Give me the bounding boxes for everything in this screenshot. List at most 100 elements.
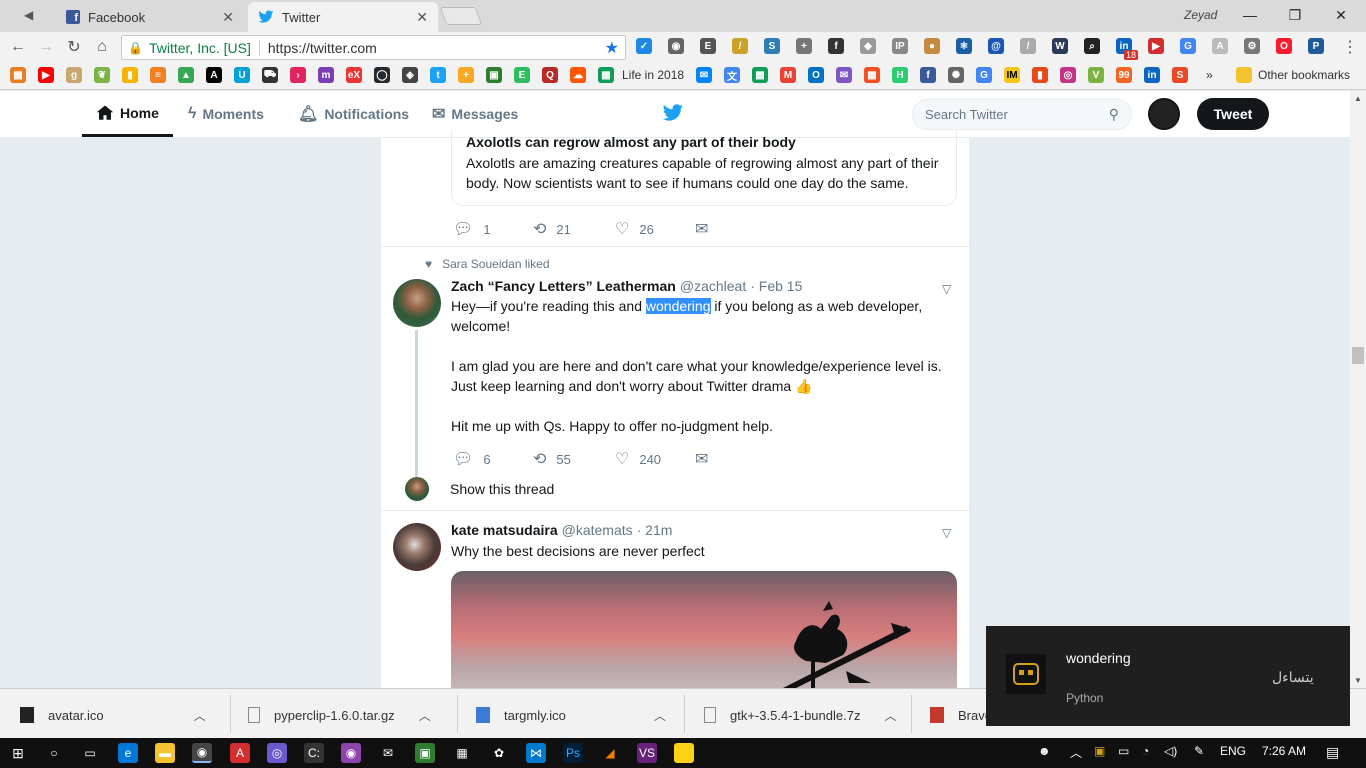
twitter-logo-icon[interactable] <box>662 104 684 122</box>
extension-font-icon[interactable]: f <box>828 38 844 54</box>
tray-chevron-up-icon[interactable]: ︿ <box>1070 744 1082 761</box>
restore-button[interactable]: ❐ <box>1272 0 1318 30</box>
author-handle[interactable]: @zachleat <box>680 278 746 294</box>
chrome-icon[interactable]: ◉ <box>192 743 212 763</box>
home-icon[interactable]: ⌂ <box>92 37 112 57</box>
profile-name[interactable]: Zeyad <box>1184 8 1217 22</box>
scroll-up-arrow-icon[interactable]: ▲ <box>1354 94 1362 103</box>
reply-button[interactable]: 💬︎ 6 <box>453 449 533 469</box>
soundcloud-icon[interactable]: ☁ <box>570 67 586 83</box>
extension-pdf-icon[interactable]: A <box>1212 38 1228 54</box>
vscode-icon[interactable]: ⋈ <box>526 743 546 763</box>
new-tab-button[interactable] <box>439 7 483 25</box>
bookmark-wheel-icon[interactable]: ✺ <box>948 67 964 83</box>
extension-check-icon[interactable]: ✓ <box>636 38 652 54</box>
page-scrollbar[interactable] <box>1350 91 1366 688</box>
twitter-bookmark-icon[interactable]: t <box>430 67 446 83</box>
microsoft-icon[interactable]: ▦ <box>864 67 880 83</box>
tab-facebook[interactable]: f Facebook ✕ <box>56 2 244 32</box>
tab-twitter[interactable]: Twitter ✕ <box>248 2 438 32</box>
avatar[interactable] <box>393 279 441 327</box>
app-orange-icon[interactable]: ◢ <box>600 743 620 763</box>
close-tab-icon[interactable]: ✕ <box>222 9 234 26</box>
bookmark-life-in-2018[interactable]: Life in 2018 <box>622 68 684 82</box>
acrobat-icon[interactable]: A <box>230 743 250 763</box>
imdb-icon[interactable]: IM <box>1004 67 1020 83</box>
scroll-down-arrow-icon[interactable]: ▼ <box>1354 676 1362 685</box>
extension-search-icon[interactable]: ⌕ <box>1084 38 1100 54</box>
bookmark-leaf-icon[interactable]: ❦ <box>94 67 110 83</box>
reload-icon[interactable]: ↻ <box>64 37 84 57</box>
facebook-bookmark-icon[interactable]: f <box>920 67 936 83</box>
goodreads-icon[interactable]: g <box>66 67 82 83</box>
sheets-icon[interactable]: ▦ <box>598 67 614 83</box>
extension-gear-icon[interactable]: ⚙ <box>1244 38 1260 54</box>
bookmark-star-icon[interactable]: ★ <box>605 38 619 58</box>
forward-arrow-icon[interactable]: → <box>36 37 56 57</box>
minimize-button[interactable]: — <box>1227 0 1273 30</box>
windows-start-icon[interactable]: ⊞ <box>8 743 28 763</box>
gmail-icon[interactable]: M <box>780 67 796 83</box>
tweet-time[interactable]: · Feb 15 <box>750 278 802 294</box>
user-avatar[interactable] <box>1148 98 1180 130</box>
youtube-icon[interactable]: ▶ <box>38 67 54 83</box>
download-item[interactable]: targmly.ico ︿ <box>476 700 666 730</box>
nav-notifications[interactable]: 🔔︎ Notifications <box>298 91 409 137</box>
download-item[interactable]: pyperclip-1.6.0.tar.gz ︿ <box>248 700 431 730</box>
tweet-time[interactable]: · 21m <box>637 522 673 538</box>
dm-button[interactable]: ✉ <box>695 449 775 469</box>
extension-play-icon[interactable]: ▶ <box>1148 38 1164 54</box>
action-center-icon[interactable]: ▤ <box>1326 744 1339 761</box>
mail-icon[interactable]: ✉ <box>836 67 852 83</box>
download-item[interactable]: Brave <box>930 700 992 730</box>
clock[interactable]: 7:26 AM <box>1262 744 1306 758</box>
translate-bookmark-icon[interactable]: 文 <box>724 67 740 83</box>
evernote-icon[interactable]: E <box>514 67 530 83</box>
tray-python-icon[interactable]: ▣ <box>1094 744 1105 758</box>
app-green-icon[interactable]: ▣ <box>415 743 435 763</box>
extension-elephant-icon[interactable]: E <box>700 38 716 54</box>
instagram-icon[interactable]: ◎ <box>1060 67 1076 83</box>
stackoverflow-icon[interactable]: ≡ <box>150 67 166 83</box>
chevron-down-icon[interactable]: ▽ <box>942 526 951 540</box>
retweet-button[interactable]: ⟲ 55 <box>533 449 615 469</box>
chevron-up-icon[interactable]: ︿ <box>654 707 666 724</box>
github-icon[interactable]: ◯ <box>374 67 390 83</box>
extension-cookie-icon[interactable]: ● <box>924 38 940 54</box>
download-item[interactable]: gtk+-3.5.4-1-bundle.7z ︿ <box>704 700 896 730</box>
avatar-small[interactable] <box>405 477 429 501</box>
app-purple-icon[interactable]: ◉ <box>341 743 361 763</box>
extension-translate-icon[interactable]: G <box>1180 38 1196 54</box>
visual-studio-icon[interactable]: VS <box>637 743 657 763</box>
like-button[interactable]: ♡ 26 <box>615 219 695 239</box>
google-drive-icon[interactable]: ▲ <box>178 67 194 83</box>
stumbleupon-icon[interactable]: S <box>1172 67 1188 83</box>
scrollbar-thumb[interactable] <box>1352 347 1364 364</box>
extension-shield-icon[interactable]: ◆ <box>860 38 876 54</box>
bookmarks-overflow-chevron[interactable]: » <box>1206 68 1213 82</box>
wifi-icon[interactable]: ◔ <box>1142 744 1149 758</box>
edx-icon[interactable]: eX <box>346 67 362 83</box>
link-card[interactable]: Axolotls can regrow almost any part of t… <box>451 130 957 206</box>
chevron-up-icon[interactable]: ︿ <box>884 707 896 724</box>
bookmark-orange-icon[interactable]: ▮ <box>1032 67 1048 83</box>
terminal-icon[interactable]: C: <box>304 743 324 763</box>
app-image-icon[interactable]: ✿ <box>489 743 509 763</box>
messenger-icon[interactable]: ✉ <box>696 67 712 83</box>
extension-at-icon[interactable]: @ <box>988 38 1004 54</box>
opera-icon[interactable]: O <box>1276 38 1292 54</box>
file-explorer-icon[interactable]: ▬ <box>155 743 175 763</box>
retweet-button[interactable]: ⟲ 21 <box>533 219 615 239</box>
site-identity[interactable]: Twitter, Inc. [US] <box>149 40 251 56</box>
task-view-icon[interactable]: ▭ <box>80 743 100 763</box>
search-input[interactable]: Search Twitter ⚲ <box>912 99 1132 130</box>
language-indicator[interactable]: ENG <box>1220 744 1246 758</box>
app-icon[interactable]: ◎ <box>267 743 287 763</box>
bookmark-car-icon[interactable]: ⛟ <box>262 67 278 83</box>
bookmark-m-icon[interactable]: m <box>318 67 334 83</box>
extension-eye-icon[interactable]: ◉ <box>668 38 684 54</box>
outlook-icon[interactable]: O <box>808 67 824 83</box>
extension-react-icon[interactable]: ⚛ <box>956 38 972 54</box>
mail-icon[interactable]: ✉ <box>378 743 398 763</box>
dm-button[interactable]: ✉ <box>695 219 775 239</box>
